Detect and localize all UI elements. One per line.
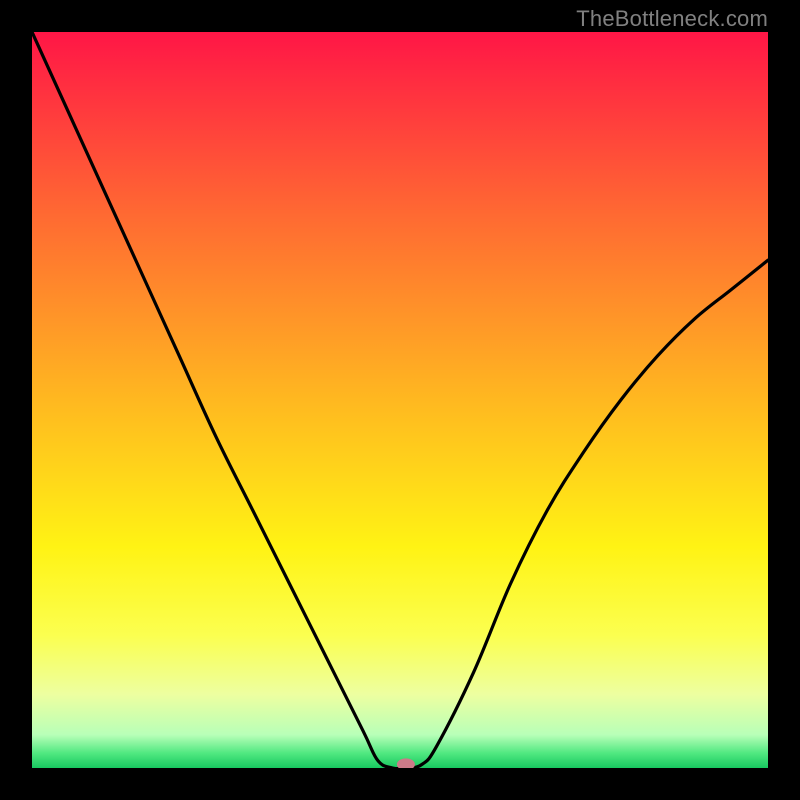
- chart-frame: TheBottleneck.com: [0, 0, 800, 800]
- attribution-text: TheBottleneck.com: [576, 6, 768, 32]
- bottleneck-chart: [32, 32, 768, 768]
- gradient-background: [32, 32, 768, 768]
- plot-area: [32, 32, 768, 768]
